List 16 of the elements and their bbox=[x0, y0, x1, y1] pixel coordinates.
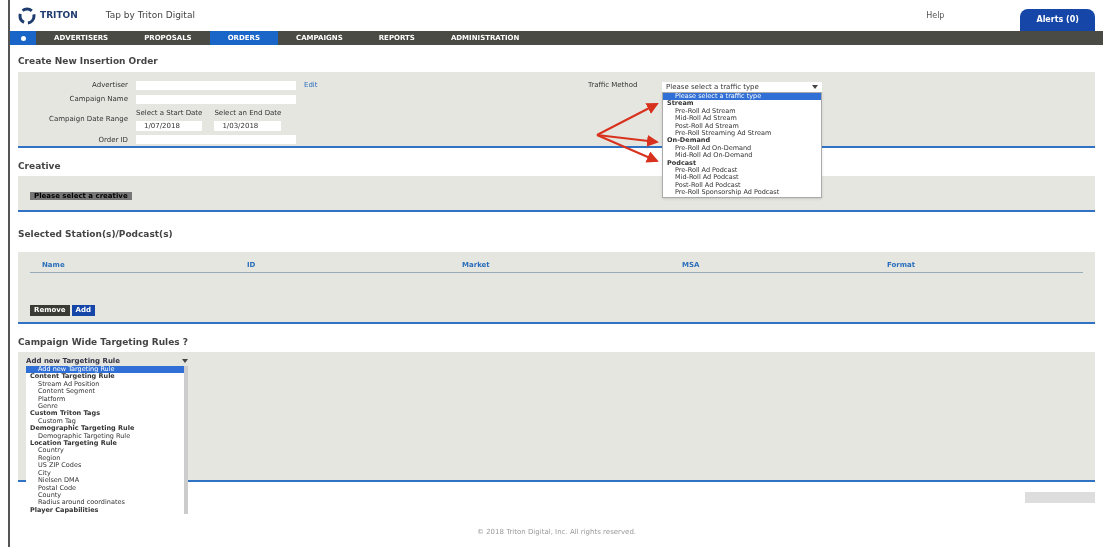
help-link[interactable]: Help bbox=[926, 9, 945, 22]
logo-icon bbox=[18, 6, 36, 25]
advertiser-field[interactable] bbox=[136, 80, 296, 90]
section-title: Creative bbox=[17, 159, 62, 173]
section-title: Create New Insertion Order bbox=[18, 55, 158, 68]
campaign-name-field[interactable] bbox=[136, 94, 296, 104]
save-button[interactable] bbox=[1025, 492, 1095, 503]
caret-icon bbox=[182, 359, 188, 363]
app-title: Tap by Triton Digital bbox=[105, 8, 195, 22]
alerts-button[interactable]: Alerts (0) bbox=[1020, 9, 1095, 31]
section-title: Campaign Wide Targeting Rules ? bbox=[17, 335, 189, 349]
caret-icon bbox=[812, 85, 818, 89]
home-icon[interactable] bbox=[10, 31, 36, 45]
section-title: Selected Station(s)/Podcast(s) bbox=[17, 228, 174, 241]
order-id-field[interactable] bbox=[136, 135, 296, 145]
logo-text: TRITON bbox=[40, 8, 78, 22]
